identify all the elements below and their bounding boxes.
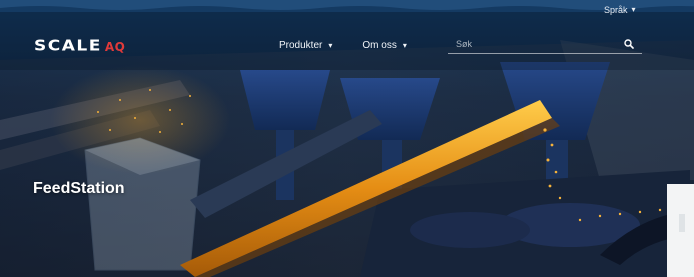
nav-item-label: Produkter bbox=[279, 40, 323, 51]
nav-item-label: Om oss bbox=[362, 40, 397, 51]
logo-suffix: AQ bbox=[104, 40, 126, 54]
card-placeholder bbox=[679, 214, 685, 232]
chevron-down-icon: ▾ bbox=[328, 41, 333, 50]
site-logo[interactable]: SCALE AQ bbox=[34, 36, 125, 56]
page-title: FeedStation bbox=[33, 180, 125, 197]
hero-banner: Språk ▾ SCALE AQ Produkter ▾ Om oss ▾ Fe… bbox=[0, 0, 694, 277]
search-input[interactable] bbox=[456, 38, 622, 49]
content-card-edge bbox=[667, 184, 694, 277]
language-label: Språk bbox=[604, 5, 628, 15]
search-icon[interactable] bbox=[622, 37, 636, 51]
chevron-down-icon: ▾ bbox=[631, 5, 636, 14]
logo-wordmark: SCALE bbox=[34, 37, 102, 55]
main-nav: Produkter ▾ Om oss ▾ bbox=[279, 40, 407, 51]
nav-item-produkter[interactable]: Produkter ▾ bbox=[279, 40, 332, 51]
nav-item-om-oss[interactable]: Om oss ▾ bbox=[362, 40, 406, 51]
language-selector[interactable]: Språk ▾ bbox=[604, 5, 636, 15]
chevron-down-icon: ▾ bbox=[402, 41, 407, 50]
search-bar bbox=[448, 34, 642, 54]
